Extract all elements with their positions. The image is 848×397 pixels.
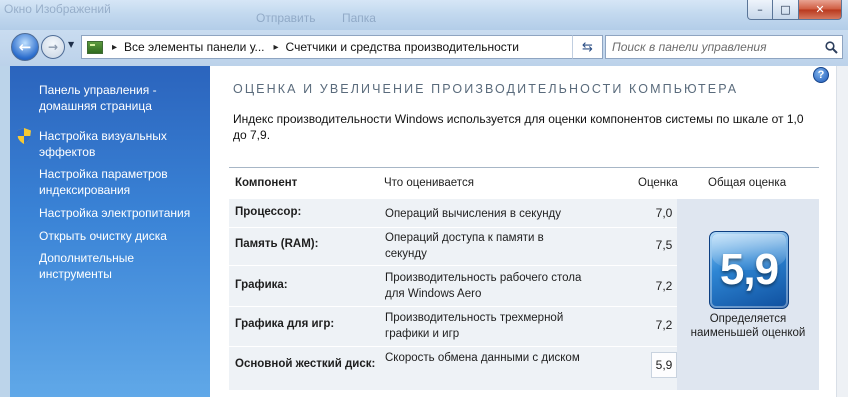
arrow-right-icon: → xyxy=(47,40,59,54)
table-row-measures: Производительность трехмерной графики и … xyxy=(385,312,564,340)
ghost-menu-text: Папка xyxy=(342,11,376,25)
divider xyxy=(229,167,819,168)
vertical-scrollbar[interactable] xyxy=(836,66,848,397)
table-row-score: 7,2 xyxy=(655,279,673,293)
table-row-component: Память (RAM): xyxy=(235,238,319,250)
address-bar[interactable]: ▸ Все элементы панели у... ▸ Счетчики и … xyxy=(81,35,603,59)
minimize-button[interactable]: – xyxy=(747,0,773,20)
ghost-menu-text: Отправить xyxy=(256,11,316,25)
sidebar-item-advanced-tools[interactable]: Дополнительные инструменты xyxy=(39,250,204,282)
row-divider xyxy=(229,265,677,266)
search-input[interactable] xyxy=(606,40,820,54)
table-row-component: Процессор: xyxy=(235,206,302,218)
maximize-button[interactable]: □ xyxy=(773,0,799,20)
column-header-base-score: Общая оценка xyxy=(708,177,787,189)
table-row-measures: Скорость обмена данными с диском xyxy=(385,352,580,364)
refresh-icon: ⇆ xyxy=(582,39,593,55)
base-score-tile[interactable]: 5,9 xyxy=(709,231,789,309)
search-box xyxy=(605,35,843,59)
help-icon[interactable]: ? xyxy=(813,67,829,83)
window-controls: – □ ✕ xyxy=(747,0,842,21)
sidebar-item-disk-cleanup[interactable]: Открыть очистку диска xyxy=(39,228,204,244)
refresh-button[interactable]: ⇆ xyxy=(572,35,602,59)
page-description: Индекс производительности Windows исполь… xyxy=(233,112,804,142)
table-row-measures: Операций доступа к памяти в секунду xyxy=(385,232,544,260)
table-row-measures: Операций вычисления в секунду xyxy=(385,208,562,220)
row-divider xyxy=(229,346,677,347)
sidebar-item-indexing-options[interactable]: Настройка параметров индексирования xyxy=(39,166,204,198)
navigation-bar: ← → ▼ ▸ Все элементы панели у... ▸ Счетч… xyxy=(0,30,848,66)
breadcrumb-all-items[interactable]: Все элементы панели у... xyxy=(124,40,264,54)
table-row-score: 7,5 xyxy=(655,238,673,252)
forward-button[interactable]: → xyxy=(41,35,65,59)
chevron-down-icon: ▼ xyxy=(68,40,75,49)
table-row-component: Графика для игр: xyxy=(235,318,335,330)
breadcrumb-performance[interactable]: Счетчики и средства производительности xyxy=(286,40,519,54)
base-score-value: 5,9 xyxy=(719,245,779,294)
base-score-caption: Определяется наименьшей оценкой xyxy=(690,313,806,339)
column-header-score: Оценка xyxy=(638,177,678,189)
lowest-score-cell: 5,9 xyxy=(651,352,677,378)
sidebar-item-control-panel-home[interactable]: Панель управления - домашняя страница xyxy=(39,82,204,114)
search-icon[interactable] xyxy=(820,40,842,54)
ghost-title-text: Окно Изображений xyxy=(4,2,111,16)
close-button[interactable]: ✕ xyxy=(799,0,842,20)
table-row-score: 7,2 xyxy=(655,318,673,332)
chevron-right-icon[interactable]: ▸ xyxy=(112,42,117,53)
column-header-component: Компонент xyxy=(235,177,298,189)
page-title: ОЦЕНКА И УВЕЛИЧЕНИЕ ПРОИЗВОДИТЕЛЬНОСТИ К… xyxy=(233,82,739,96)
table-row-measures: Производительность рабочего стола для Wi… xyxy=(385,272,582,300)
sidebar: Панель управления - домашняя страница На… xyxy=(10,66,210,397)
arrow-left-icon: ← xyxy=(18,38,32,56)
table-row-component: Графика: xyxy=(235,279,288,291)
column-header-measures: Что оценивается xyxy=(384,177,474,189)
chevron-right-icon[interactable]: ▸ xyxy=(274,42,279,53)
title-bar: Окно Изображений Отправить Папка – □ ✕ xyxy=(0,0,848,30)
sidebar-item-power-options[interactable]: Настройка электропитания xyxy=(39,205,204,221)
table-row-component: Основной жесткий диск: xyxy=(235,358,376,370)
back-button[interactable]: ← xyxy=(11,33,39,61)
control-panel-icon xyxy=(87,40,103,54)
table-row-score: 7,0 xyxy=(655,206,673,220)
row-divider xyxy=(229,306,677,307)
shield-icon xyxy=(17,128,31,144)
row-divider xyxy=(229,227,677,228)
sidebar-item-visual-effects[interactable]: Настройка визуальных эффектов xyxy=(39,128,204,160)
recent-pages-dropdown[interactable]: ▼ xyxy=(68,40,74,49)
